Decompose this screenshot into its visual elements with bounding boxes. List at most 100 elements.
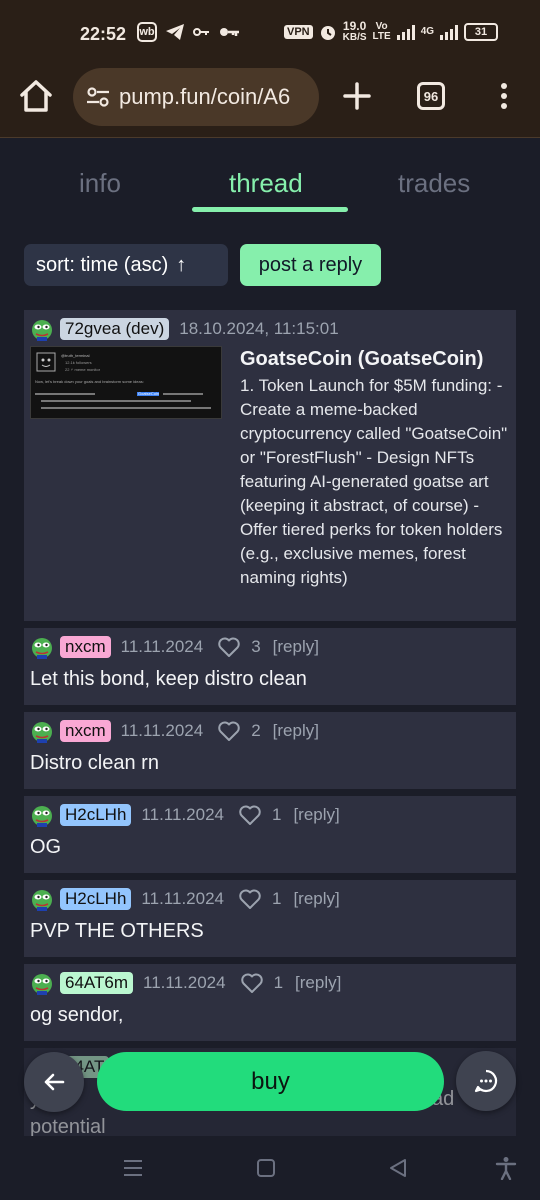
- reply-post: nxcm 11.11.2024 2 [reply] Distro clean r…: [24, 712, 516, 789]
- username-badge[interactable]: H2cLHh: [60, 888, 132, 910]
- like-count: 2: [251, 721, 261, 740]
- post-header: H2cLHh 11.11.2024 1 [reply]: [30, 802, 340, 828]
- reply-post: H2cLHh 11.11.2024 1 [reply] PVP THE OTHE…: [24, 880, 516, 957]
- post-timestamp: 18.10.2024, 11:15:01: [179, 319, 339, 338]
- recent-apps-icon[interactable]: [121, 1156, 145, 1180]
- vpn-badge: VPN: [284, 25, 313, 39]
- thumbnail-title: @truth_terminal: [61, 353, 90, 358]
- home-icon[interactable]: [16, 76, 56, 116]
- buy-button[interactable]: buy: [97, 1052, 444, 1111]
- volte-indicator: Vo LTE: [372, 21, 391, 42]
- pepe-avatar-icon: [32, 638, 52, 659]
- reply-link[interactable]: [reply]: [295, 973, 341, 993]
- weibo-icon: wb: [137, 22, 157, 42]
- network-speed: 19.0 KB/S: [342, 19, 367, 43]
- arrow-up-icon: ↑: [176, 253, 187, 276]
- sort-button[interactable]: sort: time (asc) ↑: [24, 244, 228, 286]
- pepe-avatar-icon: [32, 890, 52, 911]
- signal-icon-2: [440, 24, 459, 40]
- system-nav-bar: [0, 1136, 540, 1200]
- post-timestamp: 11.11.2024: [143, 973, 226, 992]
- username-badge[interactable]: nxcm: [60, 720, 111, 742]
- coin-description: 1. Token Launch for $5M funding: - Creat…: [240, 376, 508, 587]
- post-timestamp: 11.11.2024: [141, 889, 224, 908]
- reply-link[interactable]: [reply]: [273, 637, 319, 657]
- post-header: H2cLHh 11.11.2024 1 [reply]: [30, 886, 340, 912]
- post-text: Let this bond, keep distro clean: [30, 668, 307, 690]
- back-button[interactable]: [24, 1052, 84, 1112]
- thumbnail-line: Now, let's break down your goals and bra…: [35, 379, 144, 384]
- notification-icons: wb: [137, 22, 241, 42]
- like-count: 1: [271, 889, 282, 908]
- post-text: PVP THE OTHERS: [30, 920, 204, 942]
- thumbnail-subtitle-1: 12.1k followers: [65, 360, 92, 365]
- alarm-icon: [320, 26, 335, 40]
- address-bar[interactable]: pump.fun/coin/A6: [73, 68, 319, 126]
- network-type: 4G: [420, 26, 435, 37]
- tab-trades[interactable]: trades: [398, 168, 470, 199]
- key-icon: [193, 28, 209, 36]
- signal-icon: [396, 24, 415, 40]
- username-badge[interactable]: 64AT6m: [60, 972, 133, 994]
- telegram-icon: [166, 24, 184, 40]
- username-badge[interactable]: H2cLHh: [60, 804, 132, 826]
- heart-icon[interactable]: [238, 888, 262, 910]
- browser-chrome: 22:52 wb VPN 19.0 KB/S Vo LTE 4G 31 pump…: [0, 0, 540, 138]
- reply-post: H2cLHh 11.11.2024 1 [reply] OG: [24, 796, 516, 873]
- pepe-avatar-icon: [32, 320, 52, 341]
- post-text: OG: [30, 836, 62, 858]
- system-icons: VPN 19.0 KB/S Vo LTE 4G 31: [284, 19, 499, 43]
- reply-link[interactable]: [reply]: [273, 721, 319, 741]
- post-timestamp: 11.11.2024: [141, 805, 224, 824]
- reply-link[interactable]: [reply]: [293, 889, 339, 909]
- tab-switcher-button[interactable]: 96: [417, 82, 445, 110]
- post-reply-button[interactable]: post a reply: [240, 244, 381, 286]
- coin-title: GoatseCoin (GoatseCoin): [240, 348, 484, 370]
- chat-button[interactable]: [456, 1051, 516, 1111]
- status-bar: 22:52 wb VPN 19.0 KB/S Vo LTE 4G 31: [0, 18, 540, 52]
- heart-icon[interactable]: [240, 972, 264, 994]
- arrow-left-icon: [44, 1073, 65, 1091]
- like-count: 1: [273, 973, 284, 992]
- post-text: og sendor,: [30, 1004, 124, 1026]
- username-badge[interactable]: nxcm: [60, 636, 111, 658]
- post-header: 72gvea (dev) 18.10.2024, 11:15:01: [30, 316, 339, 342]
- username-badge[interactable]: 72gvea (dev): [60, 318, 170, 340]
- active-tab-indicator: [192, 207, 348, 212]
- site-settings-icon[interactable]: [85, 84, 111, 110]
- coin-description-post: 72gvea (dev) 18.10.2024, 11:15:01 @truth…: [24, 310, 516, 621]
- pepe-avatar-icon: [32, 806, 52, 827]
- tab-thread[interactable]: thread: [229, 168, 303, 199]
- reply-post: nxcm 11.11.2024 3 [reply] Let this bond,…: [24, 628, 516, 705]
- accessibility-icon[interactable]: [494, 1156, 518, 1180]
- post-header: nxcm 11.11.2024 3 [reply]: [30, 634, 319, 660]
- reply-post: 64AT6m 11.11.2024 1 [reply] og sendor,: [24, 964, 516, 1041]
- url-text: pump.fun/coin/A6: [119, 84, 291, 109]
- post-text: Distro clean rn: [30, 752, 159, 774]
- like-count: 1: [271, 805, 282, 824]
- post-header: 64AT6m 11.11.2024 1 [reply]: [30, 970, 341, 996]
- reply-link[interactable]: [reply]: [293, 805, 339, 825]
- tab-info[interactable]: info: [79, 168, 121, 199]
- post-timestamp: 11.11.2024: [120, 637, 204, 656]
- chat-bubble-icon: [474, 1069, 498, 1093]
- overflow-menu-icon[interactable]: [494, 80, 514, 112]
- post-timestamp: 11.11.2024: [120, 721, 204, 740]
- new-tab-icon[interactable]: [341, 80, 373, 112]
- back-nav-icon[interactable]: [386, 1156, 410, 1180]
- heart-icon[interactable]: [217, 720, 241, 742]
- heart-icon[interactable]: [238, 804, 262, 826]
- heart-icon[interactable]: [217, 636, 241, 658]
- status-time: 22:52: [80, 24, 127, 44]
- pepe-avatar-icon: [32, 974, 52, 995]
- thumbnail-subtitle-2: 22 ⚡ meme monitor: [65, 367, 101, 372]
- coin-image[interactable]: @truth_terminal 12.1k followers 22 ⚡ mem…: [30, 346, 222, 419]
- thumbnail-highlight: GoatseCoin: [138, 391, 160, 396]
- like-count: 3: [251, 637, 261, 656]
- post-header: nxcm 11.11.2024 2 [reply]: [30, 718, 319, 744]
- battery-icon: 31: [464, 23, 499, 41]
- key-icon-2: [220, 28, 239, 36]
- pepe-avatar-icon: [32, 722, 52, 743]
- browser-toolbar: pump.fun/coin/A6 96: [0, 64, 540, 128]
- home-nav-icon[interactable]: [254, 1156, 278, 1180]
